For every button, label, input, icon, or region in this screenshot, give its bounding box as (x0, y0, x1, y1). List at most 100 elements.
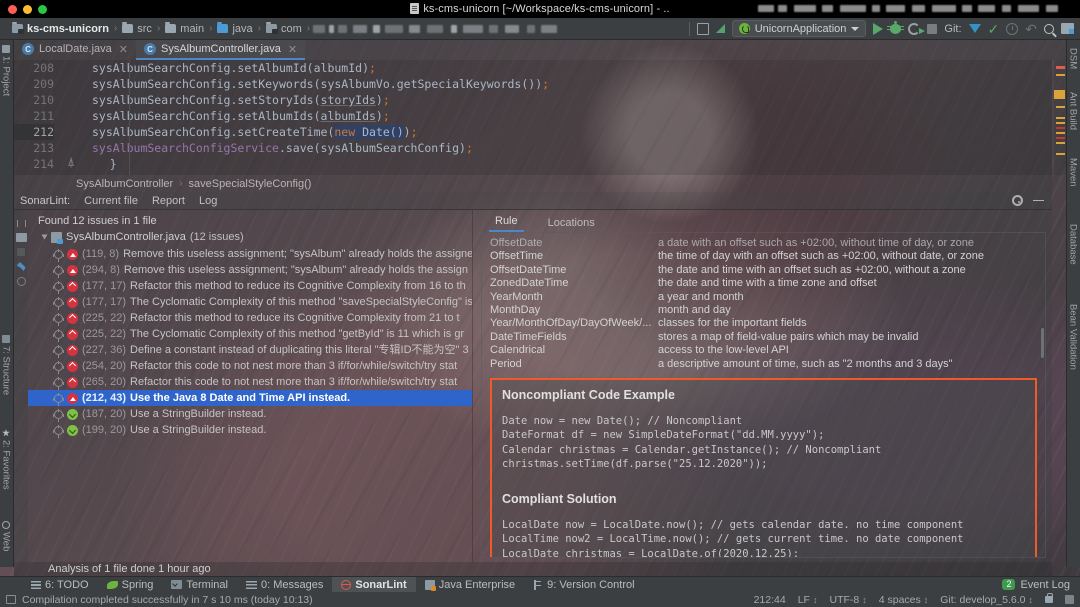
tool-window-version-control[interactable]: 9: Version Control (524, 577, 643, 593)
gear-icon[interactable] (1012, 195, 1023, 206)
debug-icon[interactable] (887, 20, 905, 34)
memory-indicator-icon[interactable] (1065, 595, 1074, 604)
git-commit-icon[interactable]: ✓ (988, 22, 1000, 36)
stop-icon[interactable] (927, 23, 938, 34)
editor-fold-gutter[interactable]: ⍋ (60, 60, 82, 175)
breadcrumb-method[interactable]: saveSpecialStyleConfig() (189, 178, 312, 190)
quickfix-bulb-icon[interactable] (54, 328, 63, 339)
breadcrumb-item-main[interactable]: main (161, 22, 208, 35)
select-run-config-icon[interactable] (696, 22, 709, 35)
breadcrumb-item-project[interactable]: ks-cms-unicorn (8, 22, 113, 35)
quickfix-bulb-icon[interactable] (54, 408, 63, 419)
breadcrumb-item-src[interactable]: src (118, 22, 156, 35)
clear-icon[interactable] (16, 277, 26, 286)
build-icon[interactable] (715, 24, 725, 33)
tab-current-file[interactable]: Current file (84, 195, 138, 207)
editor-code-text[interactable]: sysAlbumSearchConfig.setAlbumId(albumId)… (82, 60, 1052, 175)
run-configuration-selector[interactable]: UnicornApplication (731, 20, 867, 37)
issue-row[interactable]: (199, 20) Use a StringBuilder instead. (28, 422, 472, 438)
tool-window-sonarlint[interactable]: SonarLint (332, 576, 416, 593)
issue-file-node[interactable]: SysAlbumController.java (12 issues) (28, 229, 472, 246)
encoding-text: UTF-8 (829, 593, 860, 606)
sidebar-item-ant-build[interactable]: Ant Build (1066, 86, 1080, 133)
rule-description-content[interactable]: OffsetDate a date with an offset such as… (481, 232, 1046, 558)
editor-error-stripe[interactable] (1054, 60, 1066, 175)
read-only-lock-icon[interactable] (1045, 593, 1053, 603)
quickfix-bulb-icon[interactable] (54, 248, 63, 259)
indent-selector[interactable]: 4 spaces ↕ (879, 594, 929, 606)
scrollbar-thumb[interactable] (1041, 328, 1044, 358)
quickfix-bulb-icon[interactable] (54, 376, 63, 387)
minimize-icon[interactable] (1033, 199, 1044, 202)
quickfix-bulb-icon[interactable] (54, 312, 63, 323)
issue-row[interactable]: (187, 20) Use a StringBuilder instead. (28, 406, 472, 422)
tab-localdate-java[interactable]: C LocalDate.java ✕ (14, 40, 136, 60)
git-branch-widget[interactable]: Git: develop_5.6.0 ↕ (940, 594, 1033, 606)
tool-window-java-enterprise[interactable]: Java Enterprise (416, 577, 524, 593)
sidebar-item-web[interactable]: Web (0, 518, 13, 554)
sidebar-item-database[interactable]: Database (1066, 218, 1080, 268)
tab-rule[interactable]: Rule (489, 215, 524, 232)
issue-row[interactable]: (265, 20) Refactor this code to not nest… (28, 374, 472, 390)
sidebar-item-dsm[interactable]: DSM (1066, 42, 1080, 72)
issue-row[interactable]: (177, 17) The Cyclomatic Complexity of t… (28, 294, 472, 310)
quickfix-bulb-icon[interactable] (54, 424, 63, 435)
chevron-updown-icon: ↕ (923, 594, 929, 605)
encoding-selector[interactable]: UTF-8 ↕ (829, 594, 866, 606)
breadcrumb-item-java[interactable]: java (213, 22, 256, 35)
issue-row[interactable]: (119, 8) Remove this useless assignment;… (28, 246, 472, 262)
sidebar-item-project[interactable]: 1: Project (0, 42, 13, 99)
git-history-icon[interactable] (1006, 22, 1019, 35)
chevron-down-icon[interactable] (41, 234, 48, 240)
tab-report[interactable]: Report (152, 195, 185, 207)
compile-status-message[interactable]: Compilation completed successfully in 7 … (6, 594, 313, 606)
breadcrumb-class[interactable]: SysAlbumController (76, 178, 173, 190)
quickfix-bulb-icon[interactable] (54, 264, 63, 275)
event-log-entry[interactable]: 2 Event Log (1002, 579, 1080, 591)
quickfix-bulb-icon[interactable] (54, 392, 63, 403)
issue-row-selected[interactable]: (212, 43) Use the Java 8 Date and Time A… (28, 390, 472, 406)
sidebar-item-structure[interactable]: 7: Structure (0, 332, 13, 398)
method-breadcrumb[interactable]: SysAlbumController › saveSpecialStyleCon… (14, 175, 1052, 192)
search-everywhere-icon[interactable] (1044, 23, 1054, 34)
tool-window-terminal[interactable]: Terminal (162, 577, 237, 593)
close-icon[interactable]: ✕ (288, 43, 297, 56)
tab-locations[interactable]: Locations (542, 217, 601, 232)
tab-log[interactable]: Log (199, 195, 217, 207)
tab-sysalbumcontroller-java[interactable]: C SysAlbumController.java ✕ (136, 40, 306, 60)
close-icon[interactable]: ✕ (119, 43, 128, 56)
issue-row[interactable]: (177, 17) Refactor this method to reduce… (28, 278, 472, 294)
quickfix-bulb-icon[interactable] (54, 360, 63, 371)
issue-row[interactable]: (225, 22) The Cyclomatic Complexity of t… (28, 326, 472, 342)
issue-row[interactable]: (225, 22) Refactor this method to reduce… (28, 310, 472, 326)
open-file-icon[interactable] (15, 233, 27, 242)
quickfix-bulb-icon[interactable] (54, 280, 63, 291)
breadcrumb-item-com[interactable]: com (262, 22, 306, 35)
run-icon[interactable] (873, 22, 884, 35)
collapse-all-icon[interactable] (16, 220, 26, 227)
settings-wrench-icon[interactable] (16, 262, 26, 271)
issue-row[interactable]: (254, 20) Refactor this code to not nest… (28, 358, 472, 374)
sidebar-item-favorites[interactable]: 2: Favorites (0, 426, 13, 493)
git-rollback-icon[interactable]: ↶ (1025, 22, 1037, 36)
issue-row[interactable]: (294, 8) Remove this useless assignment;… (28, 262, 472, 278)
tool-window-spring[interactable]: Spring (98, 577, 163, 593)
issue-row[interactable]: (227, 36) Define a constant instead of d… (28, 342, 472, 358)
tool-window-todo[interactable]: 6: TODO (22, 577, 98, 593)
line-separator-selector[interactable]: LF ↕ (798, 594, 818, 606)
code-editor[interactable]: 208 209 210 211 212 213 214 ⍋ sysAlbumSe… (14, 60, 1052, 175)
fold-end-marker[interactable]: ⍋ (60, 156, 82, 172)
sidebar-item-bean-validation[interactable]: Bean Validation (1066, 298, 1080, 373)
quickfix-bulb-icon[interactable] (54, 344, 63, 355)
quickfix-bulb-icon[interactable] (54, 296, 63, 307)
copy-icon[interactable] (17, 248, 25, 256)
sidebar-item-maven[interactable]: Maven (1066, 152, 1080, 190)
run-with-coverage-icon[interactable] (908, 22, 926, 35)
git-update-icon[interactable] (968, 24, 981, 33)
tool-window-label: SonarLint (355, 578, 407, 591)
sonarlint-issue-tree[interactable]: Found 12 issues in 1 file SysAlbumContro… (28, 210, 472, 562)
issue-location: (227, 36) (82, 344, 127, 356)
project-structure-icon[interactable] (1061, 23, 1074, 34)
tool-window-messages[interactable]: 0: Messages (237, 577, 332, 593)
caret-position[interactable]: 212:44 (754, 594, 786, 606)
